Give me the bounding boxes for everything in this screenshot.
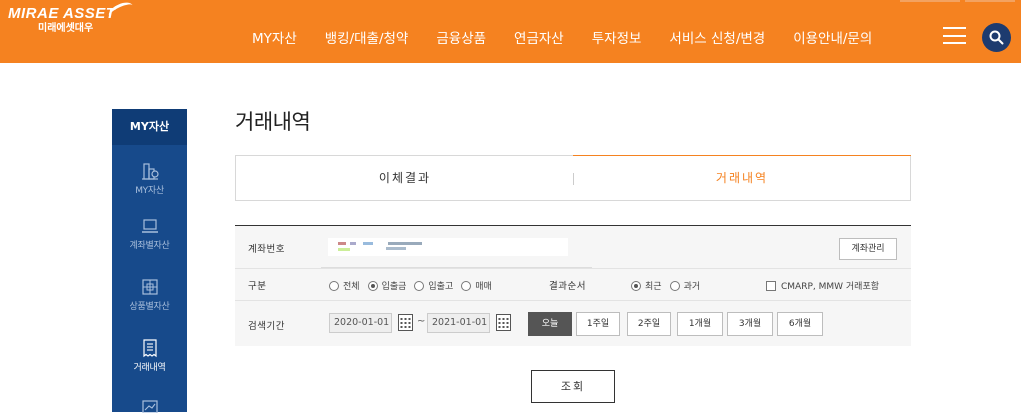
masked-account-mark [386,247,406,250]
type-radio-trade[interactable]: 매매 [461,279,492,292]
logo-text-ko: 미래에셋대우 [38,23,94,34]
date-from-input[interactable]: 2020-01-01 [329,313,392,333]
sidebar-item-label: 거래내역 [133,363,166,373]
nav-item-banking[interactable]: 뱅킹/대출/청약 [325,27,409,47]
search-button[interactable] [982,23,1011,52]
nav-item-help[interactable]: 이용안내/문의 [793,27,872,47]
checkbox-box [766,280,776,291]
tab-transaction-history[interactable]: 거래내역 [573,155,911,200]
sidebar-item-product-assets[interactable]: 상품별자산 [112,277,187,312]
type-radio-all[interactable]: 전체 [329,279,360,292]
period-6month-button[interactable]: 6개월 [777,312,823,336]
masked-account-mark [338,248,350,251]
masked-account-mark [388,242,422,245]
logo-text-en: MIRAE ASSET [8,5,116,22]
brand-logo[interactable]: MIRAE ASSET 미래에셋대우 [8,0,136,35]
period-label: 검색기간 [248,321,285,332]
calendar-icon[interactable] [496,314,511,331]
sidebar-item-label: MY자산 [135,186,164,196]
date-range-separator: ~ [417,316,426,327]
masked-account-mark [363,242,373,245]
account-underline [321,267,592,268]
date-to-input[interactable]: 2021-01-01 [427,313,490,333]
page-title: 거래내역 [235,110,311,134]
sort-label: 결과순서 [549,281,586,292]
masked-account-mark [350,242,356,245]
grid-box-icon [141,279,158,295]
sort-radio-recent[interactable]: 최근 [631,279,662,292]
nav-item-pension[interactable]: 연금자산 [514,27,564,47]
type-radio-in-out-stock[interactable]: 입출고 [414,279,453,292]
header-accent [965,0,1015,2]
nav-item-products[interactable]: 금융상품 [436,27,486,47]
laptop-icon [141,219,158,233]
sidebar-title: MY자산 [112,109,187,145]
sidebar-item-label: 상품별자산 [129,302,170,312]
sidebar-item-account-assets[interactable]: 계좌별자산 [112,216,187,251]
main-nav: MY자산 뱅킹/대출/청약 금융상품 연금자산 투자정보 서비스 신청/변경 이… [252,27,872,47]
sort-radio-group: 최근 과거 [631,279,708,292]
period-today-button[interactable]: 오늘 [528,312,572,336]
calendar-icon[interactable] [398,314,413,331]
sort-radio-past[interactable]: 과거 [669,279,700,292]
nav-item-my-assets[interactable]: MY자산 [252,27,297,47]
sidebar-item-more[interactable] [112,399,187,413]
type-radio-group: 전체 입출금 입출고 매매 [329,279,500,292]
header-accent [900,0,960,2]
period-1month-button[interactable]: 1개월 [677,312,723,336]
tab-transfer-results[interactable]: 이체결과 [236,156,574,200]
nav-item-services[interactable]: 서비스 신청/변경 [669,27,765,47]
receipt-icon [142,339,157,358]
type-row: 구분 전체 입출금 입출고 매매 결과순서 최근 과거 CMARP, MMW 거… [235,269,911,301]
logo-swoosh-icon [106,0,136,23]
top-header: MIRAE ASSET 미래에셋대우 MY자산 뱅킹/대출/청약 금융상품 연금… [0,0,1021,63]
sidebar-item-label: 계좌별자산 [129,241,170,251]
account-label: 계좌번호 [248,244,285,255]
include-cma-checkbox[interactable]: CMARP, MMW 거래포함 [766,279,879,292]
search-submit-button[interactable]: 조회 [531,370,615,403]
sidebar: MY자산 MY자산 계좌별자산 상품별자산 거래내역 [112,109,187,413]
account-row: 계좌번호 계좌관리 [235,226,911,269]
period-3month-button[interactable]: 3개월 [727,312,773,336]
sidebar-item-transactions[interactable]: 거래내역 [112,338,187,373]
account-select[interactable] [328,238,568,256]
search-form: 계좌번호 계좌관리 구분 전체 입출금 입출고 매매 결과순서 최근 과거 CM… [235,225,911,346]
nav-item-investment-info[interactable]: 투자정보 [592,27,642,47]
include-cma-label: CMARP, MMW 거래포함 [781,282,880,292]
building-chart-icon [141,163,159,180]
type-label: 구분 [248,281,267,292]
period-2week-button[interactable]: 2주일 [627,312,671,336]
type-radio-deposit-withdrawal[interactable]: 입출금 [367,279,406,292]
period-row: 검색기간 2020-01-01 ~ 2021-01-01 오늘 1주일 2주일 … [235,301,911,346]
search-icon [989,30,1004,45]
tab-bar: 이체결과 거래내역 [235,155,911,201]
chart-icon [141,400,158,413]
sidebar-item-my-assets[interactable]: MY자산 [112,161,187,196]
account-manage-button[interactable]: 계좌관리 [839,238,897,260]
period-1week-button[interactable]: 1주일 [576,312,620,336]
hamburger-icon[interactable] [943,27,966,44]
masked-account-mark [338,242,346,245]
